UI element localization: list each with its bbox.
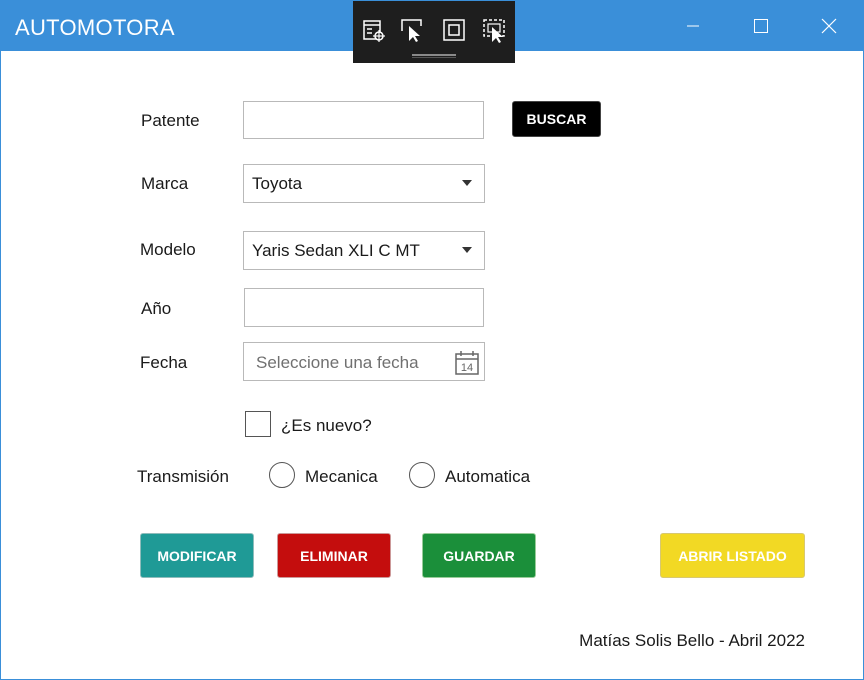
eliminar-button[interactable]: ELIMINAR bbox=[277, 533, 391, 578]
fecha-label: Fecha bbox=[140, 353, 188, 372]
mecanica-radio[interactable] bbox=[269, 462, 295, 488]
live-visual-tree-button[interactable] bbox=[359, 15, 389, 45]
marca-label: Marca bbox=[141, 174, 189, 193]
anio-label: Año bbox=[141, 299, 172, 318]
guardar-button-label: GUARDAR bbox=[443, 547, 515, 564]
automatica-radio[interactable] bbox=[409, 462, 435, 488]
anio-input[interactable] bbox=[244, 288, 484, 327]
select-pointer-icon bbox=[401, 19, 422, 42]
guardar-button[interactable]: GUARDAR bbox=[422, 533, 536, 578]
es-nuevo-label: ¿Es nuevo? bbox=[281, 416, 372, 435]
toolbar-grip[interactable] bbox=[412, 54, 456, 56]
abrir-listado-button[interactable]: ABRIR LISTADO bbox=[660, 533, 805, 578]
marca-selected-value: Toyota bbox=[252, 174, 303, 193]
layout-adorner-icon bbox=[443, 19, 465, 41]
chevron-down-icon bbox=[462, 180, 472, 186]
debug-toolbar bbox=[353, 1, 515, 63]
chevron-down-icon bbox=[462, 247, 472, 253]
main-window: AUTOMOTORA Patente BUSCAR Marca Toyota M… bbox=[0, 0, 864, 680]
modelo-selected-value: Yaris Sedan XLI C MT bbox=[252, 241, 420, 260]
modelo-label: Modelo bbox=[140, 240, 196, 259]
buscar-button[interactable]: BUSCAR bbox=[512, 101, 601, 137]
footer-credit: Matías Solis Bello - Abril 2022 bbox=[579, 631, 805, 650]
modificar-button[interactable]: MODIFICAR bbox=[140, 533, 254, 578]
calendar-day-text: 14 bbox=[461, 362, 473, 374]
maximize-icon bbox=[754, 19, 768, 33]
automatica-label: Automatica bbox=[445, 467, 531, 486]
minimize-button[interactable] bbox=[659, 1, 727, 51]
maximize-button[interactable] bbox=[727, 1, 795, 51]
patente-input[interactable] bbox=[243, 101, 484, 139]
toolbar-grip-shadow bbox=[412, 57, 456, 58]
fecha-datepicker[interactable]: Seleccione una fecha 14 bbox=[243, 342, 485, 381]
display-layout-adorners-button[interactable] bbox=[439, 15, 469, 45]
visual-tree-icon bbox=[363, 20, 385, 42]
transmision-label: Transmisión bbox=[137, 467, 229, 486]
track-focus-button[interactable] bbox=[479, 15, 509, 45]
modelo-combobox[interactable]: Yaris Sedan XLI C MT bbox=[243, 231, 485, 270]
abrir-listado-button-label: ABRIR LISTADO bbox=[678, 547, 787, 564]
calendar-icon[interactable]: 14 bbox=[454, 350, 480, 376]
patente-label: Patente bbox=[141, 111, 200, 130]
track-focus-icon bbox=[483, 19, 505, 43]
window-title: AUTOMOTORA bbox=[15, 15, 175, 40]
fecha-placeholder: Seleccione una fecha bbox=[256, 353, 419, 372]
close-button[interactable] bbox=[795, 1, 863, 51]
minimize-icon bbox=[687, 25, 699, 27]
eliminar-button-label: ELIMINAR bbox=[300, 547, 368, 564]
modificar-button-label: MODIFICAR bbox=[157, 547, 237, 564]
select-element-button[interactable] bbox=[397, 15, 427, 45]
buscar-button-label: BUSCAR bbox=[526, 111, 587, 127]
es-nuevo-checkbox[interactable] bbox=[245, 411, 271, 437]
mecanica-label: Mecanica bbox=[305, 467, 378, 486]
close-icon bbox=[821, 18, 837, 34]
marca-combobox[interactable]: Toyota bbox=[243, 164, 485, 203]
